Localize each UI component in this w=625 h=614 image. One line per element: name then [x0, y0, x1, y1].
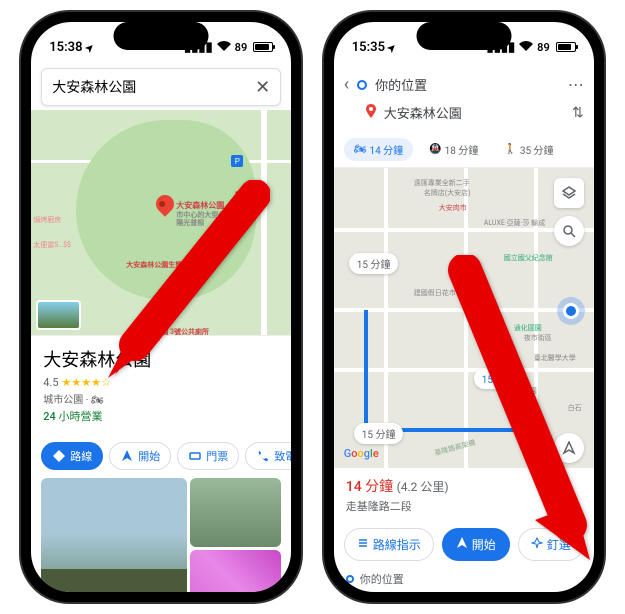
place-photo[interactable] — [41, 478, 187, 592]
ticket-icon — [188, 449, 202, 463]
search-on-map-button[interactable] — [554, 216, 584, 246]
mode-motorcycle-tab[interactable]: 🏍 14 分鐘 — [344, 138, 413, 161]
route-duration: 14 分鐘 — [346, 479, 393, 495]
map-poi-label: 焗烤廚房 — [33, 215, 61, 225]
directions-button[interactable]: 路線 — [41, 442, 103, 470]
search-bar[interactable]: 大安森林公園 ✕ — [41, 68, 281, 106]
battery-percent: 89 — [235, 41, 248, 54]
wifi-icon — [519, 40, 533, 55]
map-poi-label: 太便當S…$$ — [33, 240, 71, 250]
walk-icon: 🚶 — [504, 144, 516, 155]
google-logo: Google — [344, 447, 379, 460]
tickets-button[interactable]: 門票 — [177, 442, 239, 470]
parking-icon[interactable]: P — [231, 155, 243, 167]
map-poi-label: ALUXE·亞薩·莎 輸成 — [484, 218, 545, 228]
origin-field[interactable]: 你的位置 — [375, 75, 560, 94]
back-button[interactable]: ‹ — [344, 74, 349, 95]
destination-pin-icon — [366, 104, 376, 122]
call-button[interactable]: 致電 — [245, 442, 291, 470]
annotation-arrow-left — [100, 180, 270, 394]
map-poi-label: 遠匯專業全新二手 — [414, 178, 470, 188]
more-menu-icon[interactable]: ⋯ — [568, 75, 584, 94]
clear-search-icon[interactable]: ✕ — [255, 77, 270, 98]
place-photo[interactable] — [190, 550, 281, 593]
place-hours: 24 小時營業 — [43, 408, 279, 424]
place-photo-thumb[interactable] — [36, 300, 81, 330]
mode-walk-tab[interactable]: 🚶 35 分鐘 — [494, 138, 563, 161]
map-poi-label: 大安肉市 — [439, 203, 467, 213]
place-photo[interactable] — [190, 478, 281, 547]
mode-transit-tab[interactable]: 🚇 18 分鐘 — [419, 138, 488, 161]
wifi-icon — [217, 40, 231, 55]
rating-value: 4.5 — [43, 376, 58, 389]
swap-icon[interactable]: ⇅ — [572, 105, 584, 121]
notch — [114, 22, 209, 50]
list-icon — [357, 537, 369, 552]
photo-grid — [31, 478, 291, 592]
destination-field[interactable]: 大安森林公園 — [384, 103, 564, 122]
notch — [416, 22, 511, 50]
search-input[interactable]: 大安森林公園 — [52, 77, 255, 97]
action-button-row: 路線 開始 門票 致電 — [31, 434, 291, 478]
status-time: 15:35 — [352, 40, 385, 55]
route-alt-badge[interactable]: 15 分鐘 — [349, 253, 399, 274]
origin-dot-icon — [346, 575, 354, 583]
origin-dot-icon — [357, 80, 367, 90]
bottom-location-row: 你的位置 — [334, 567, 594, 591]
start-button[interactable]: 開始 — [109, 442, 171, 470]
phone-icon — [256, 449, 270, 463]
battery-icon — [253, 42, 273, 52]
navigate-icon — [120, 449, 134, 463]
status-time: 15:38 — [49, 40, 82, 55]
route-alt-badge[interactable]: 15 分鐘 — [354, 423, 404, 444]
directions-icon — [52, 449, 66, 463]
location-arrow-icon — [388, 40, 396, 55]
annotation-arrow-right — [425, 255, 605, 569]
battery-icon — [556, 42, 576, 52]
bottom-location-label: 你的位置 — [360, 571, 404, 587]
battery-percent: 89 — [537, 41, 550, 54]
travel-mode-tabs: 🏍 14 分鐘 🚇 18 分鐘 🚶 35 分鐘 — [334, 132, 594, 168]
map-poi-label: 名牌店(大安店) — [424, 188, 471, 198]
transit-icon: 🚇 — [429, 144, 441, 155]
location-arrow-icon — [86, 40, 94, 55]
directions-header: ‹ 你的位置 ⋯ 大安森林公園 ⇅ — [334, 64, 594, 132]
layers-button[interactable] — [554, 178, 584, 208]
motorcycle-icon: 🏍 — [354, 144, 367, 155]
steps-button[interactable]: 路線指示 — [344, 528, 434, 561]
